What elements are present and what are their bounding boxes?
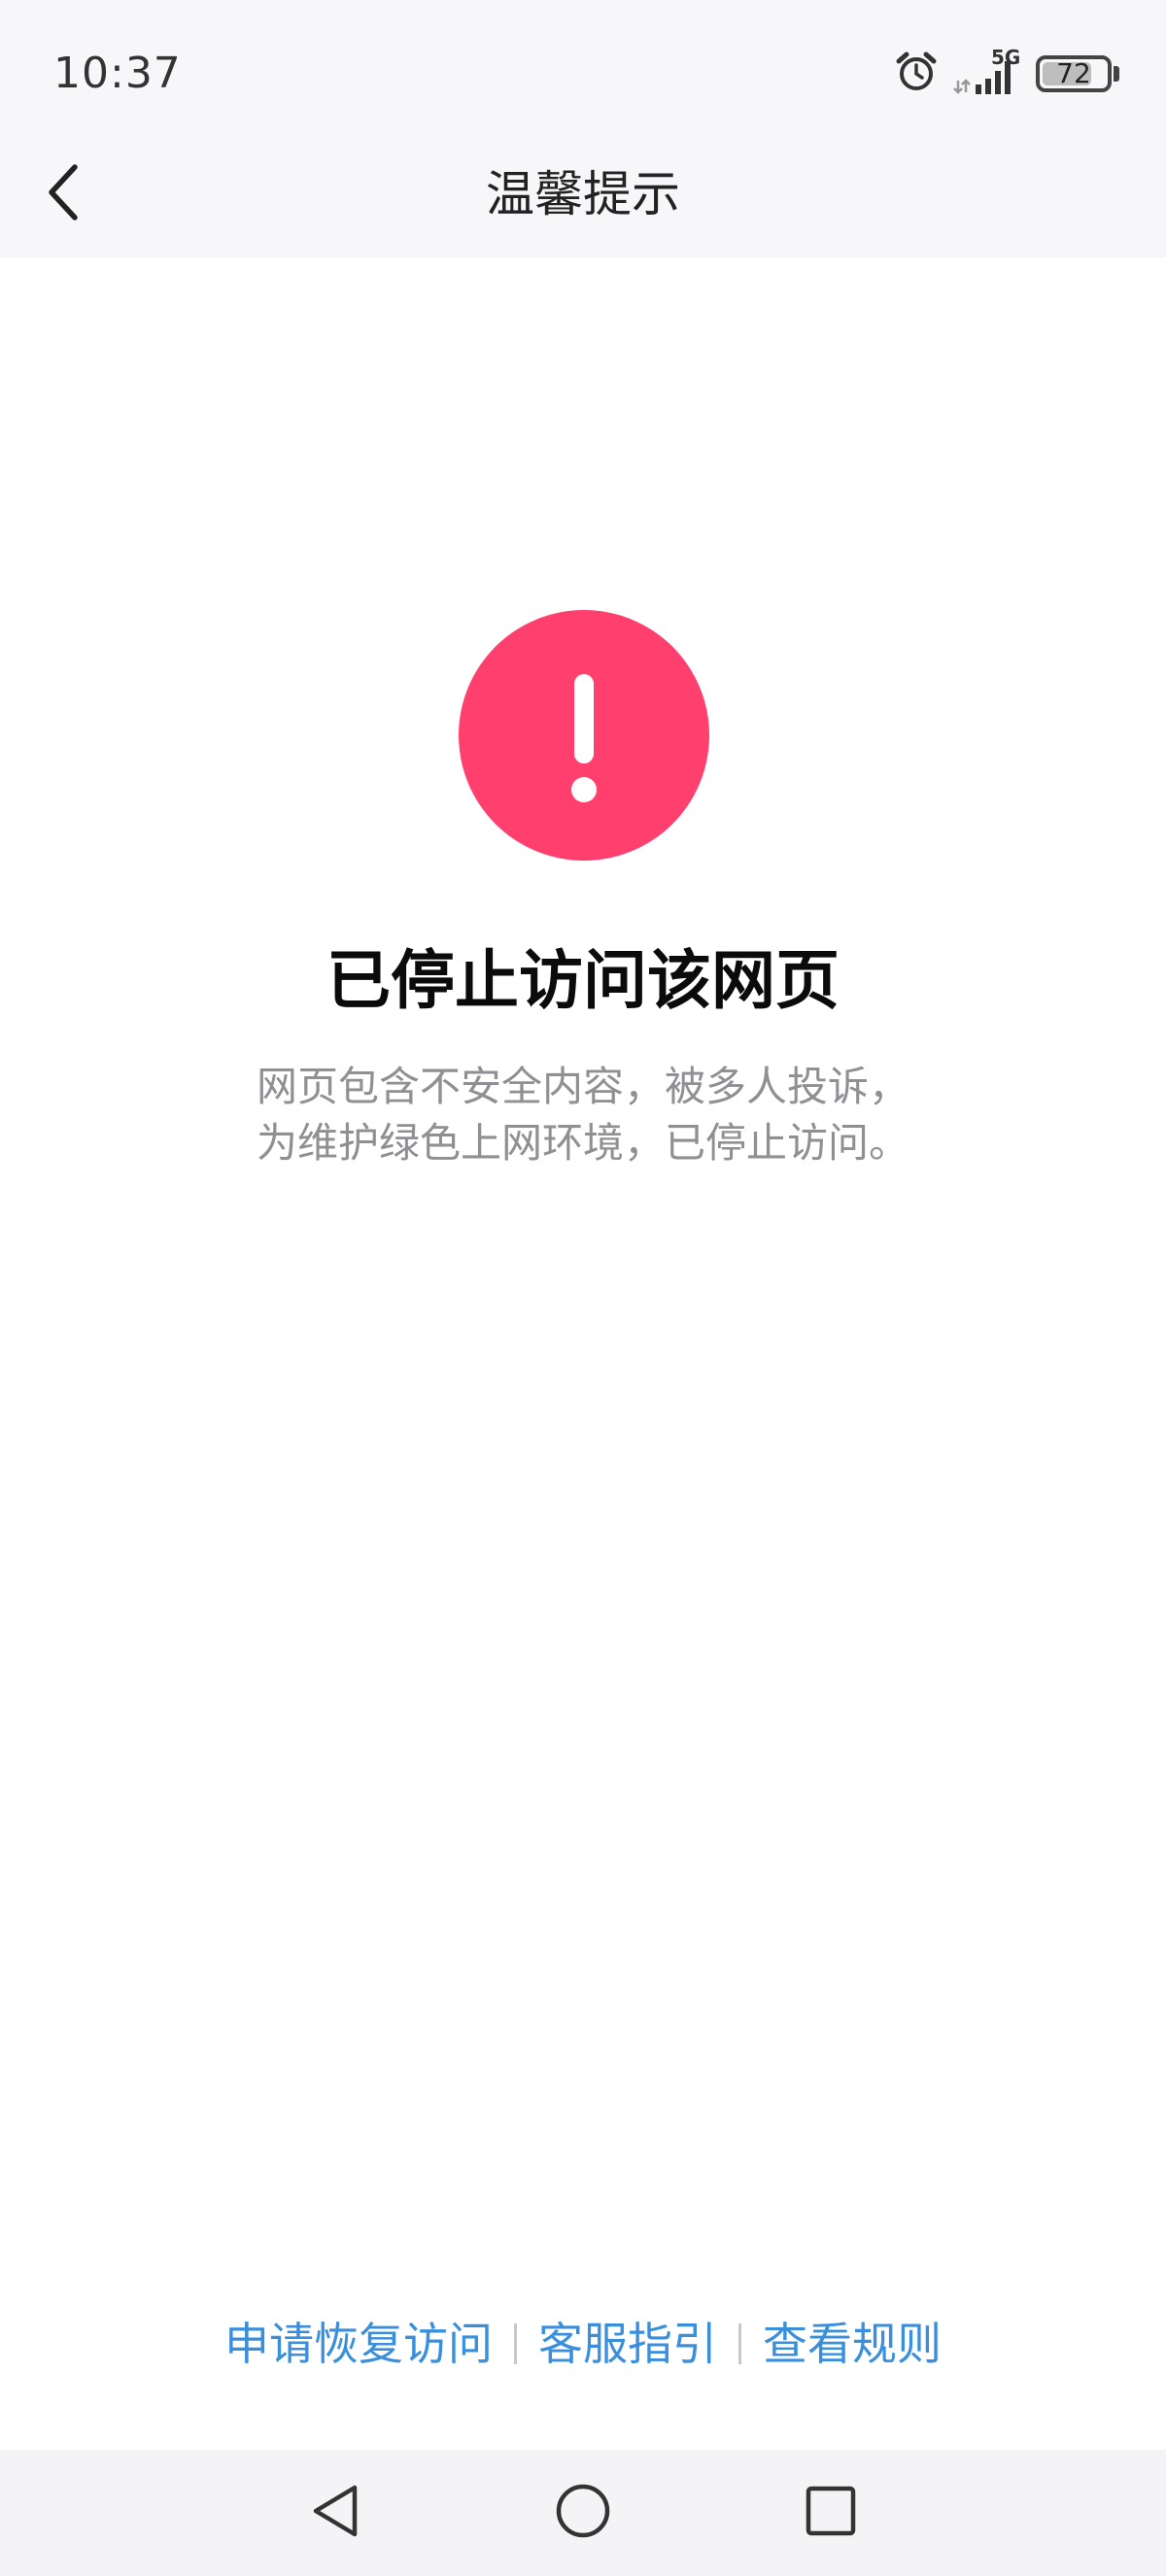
alarm-icon (894, 50, 939, 98)
customer-service-link[interactable]: 客服指引 (538, 2312, 717, 2376)
nav-home-button[interactable] (549, 2479, 617, 2547)
signal-icon: 5G (952, 46, 1022, 96)
description: 网页包含不安全内容，被多人投诉， 为维护绿色上网环境，已停止访问。 (0, 1059, 1166, 1171)
nav-recents-button[interactable] (797, 2479, 865, 2547)
system-nav-bar (0, 2450, 1166, 2576)
back-triangle-icon (308, 2482, 362, 2544)
home-circle-icon (554, 2482, 612, 2544)
view-rules-link[interactable]: 查看规则 (763, 2312, 942, 2376)
status-time: 10:37 (53, 49, 182, 98)
exclamation-dot (571, 777, 597, 802)
divider (738, 2323, 741, 2364)
divider (514, 2323, 517, 2364)
alert-icon (459, 610, 709, 861)
status-bar: 10:37 5G 72 (0, 0, 1166, 131)
header: 温馨提示 (0, 131, 1166, 257)
description-line-2: 为维护绿色上网环境，已停止访问。 (256, 1119, 909, 1167)
battery-level: 72 (1056, 57, 1091, 89)
footer-links: 申请恢复访问 客服指引 查看规则 (0, 2312, 1166, 2376)
battery-frame: 72 (1036, 55, 1112, 92)
exclamation-icon (574, 674, 594, 763)
page-title: 温馨提示 (486, 166, 680, 222)
status-icons: 5G 72 (894, 46, 1119, 99)
request-restore-link[interactable]: 申请恢复访问 (224, 2312, 493, 2376)
battery-nub (1114, 66, 1119, 82)
recents-square-icon (804, 2484, 858, 2542)
description-line-1: 网页包含不安全内容，被多人投诉， (256, 1063, 909, 1110)
main-title: 已停止访问该网页 (326, 943, 840, 1018)
nav-back-button[interactable] (301, 2479, 369, 2547)
battery-icon: 72 (1036, 55, 1119, 92)
